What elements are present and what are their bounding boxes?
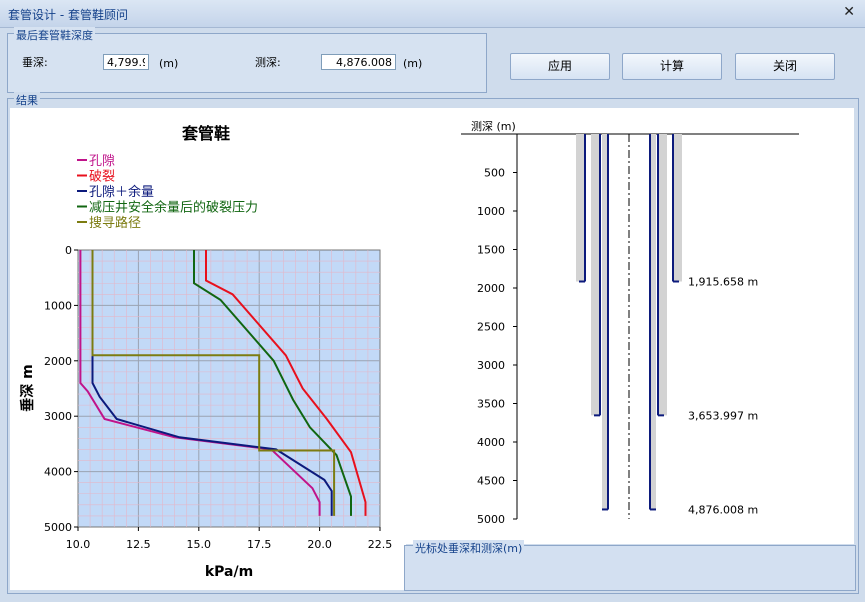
md-tick-label: 2000 <box>477 282 505 295</box>
shoe-depth-label: 4,876.008 m <box>688 503 758 516</box>
wellbore-diagram: 测深 (m) 500 1000 1500 2000 2500 3000 3500 4000 45… <box>461 120 799 526</box>
md-ticks: 500 1000 1500 2000 2500 3000 3500 4000 4500 5000 <box>477 167 517 526</box>
md-tick-label: 4500 <box>477 475 505 488</box>
cursor-readout-box: 光标处垂深和测深(m) <box>404 540 856 591</box>
md-tick-label: 2500 <box>477 321 505 334</box>
cement-sheath <box>591 134 600 416</box>
md-tick-label: 1500 <box>477 244 505 257</box>
cement-sheath <box>673 134 682 282</box>
md-tick-label: 500 <box>484 167 505 180</box>
casing-strings: 1,915.658 m 3,653.997 m 4,876.008 m <box>576 134 758 516</box>
shoe-depth-label: 1,915.658 m <box>688 276 758 289</box>
shoe-depth-label: 3,653.997 m <box>688 409 758 422</box>
md-axis-label: 测深 (m) <box>471 120 516 133</box>
cursor-readout-legend: 光标处垂深和测深(m) <box>413 540 525 556</box>
cement-sheath <box>658 134 667 416</box>
md-tick-label: 4000 <box>477 436 505 449</box>
md-tick-label: 3500 <box>477 398 505 411</box>
md-tick-label: 5000 <box>477 513 505 526</box>
md-tick-label: 1000 <box>477 205 505 218</box>
md-tick-label: 3000 <box>477 359 505 372</box>
cement-sheath <box>576 134 585 282</box>
